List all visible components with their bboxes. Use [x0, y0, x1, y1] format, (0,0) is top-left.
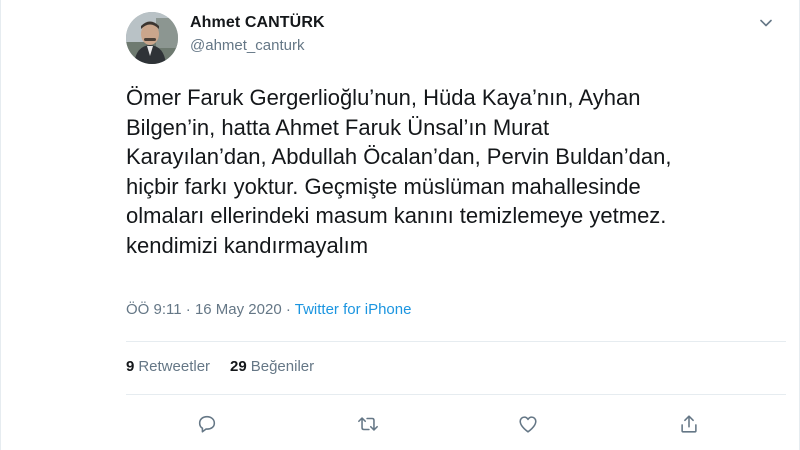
- reply-button[interactable]: [193, 410, 221, 438]
- divider: [126, 341, 786, 342]
- tweet-source-link[interactable]: Twitter for iPhone: [295, 301, 412, 318]
- avatar[interactable]: [126, 12, 178, 64]
- tweet-time[interactable]: ÖÖ 9:11: [126, 301, 182, 318]
- likes-stat[interactable]: 29 Beğeniler: [230, 358, 314, 375]
- share-button[interactable]: [675, 410, 703, 438]
- heart-icon: [519, 416, 537, 433]
- avatar-image: [126, 12, 178, 64]
- tweet-text: Ömer Faruk Gergerlioğlu’nun, Hüda Kaya’n…: [126, 85, 672, 258]
- divider: [126, 394, 786, 395]
- tweet-stats: 9 Retweetler 29 Beğeniler: [126, 358, 314, 375]
- likes-label: Beğeniler: [250, 358, 315, 375]
- retweets-label: Retweetler: [138, 358, 211, 375]
- tweet-date[interactable]: 16 May 2020: [195, 301, 282, 318]
- retweet-icon: [358, 417, 378, 431]
- retweet-button[interactable]: [354, 410, 382, 438]
- tweet-frame: Ahmet CANTÜRK @ahmet_canturk Ömer Faruk …: [0, 0, 800, 450]
- chevron-down-icon: [760, 19, 772, 27]
- tweet-meta: ÖÖ 9:11 · 16 May 2020 · Twitter for iPho…: [126, 301, 411, 318]
- author-handle[interactable]: @ahmet_canturk: [190, 37, 304, 54]
- retweets-stat[interactable]: 9 Retweetler: [126, 358, 210, 375]
- meta-separator: ·: [181, 301, 195, 318]
- like-button[interactable]: [514, 410, 542, 438]
- likes-count: 29: [230, 358, 247, 375]
- share-icon: [681, 415, 697, 433]
- author-name[interactable]: Ahmet CANTÜRK: [190, 14, 325, 32]
- action-bar: [111, 410, 800, 438]
- more-options-button[interactable]: [753, 10, 779, 36]
- meta-separator: ·: [281, 301, 295, 318]
- tweet-card: Ahmet CANTÜRK @ahmet_canturk Ömer Faruk …: [111, 0, 800, 450]
- retweets-count: 9: [126, 358, 135, 375]
- reply-icon: [198, 415, 216, 433]
